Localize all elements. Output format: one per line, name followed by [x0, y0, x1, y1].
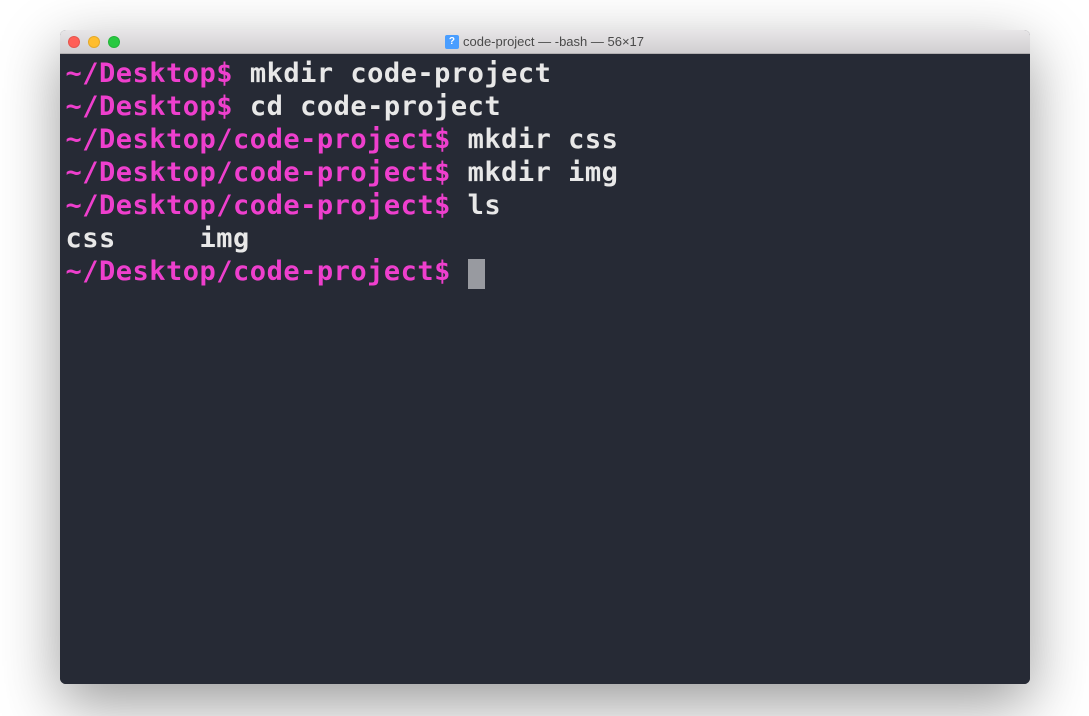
command-text: cd code-project [233, 91, 501, 122]
window-title: ? code-project — -bash — 56×17 [60, 34, 1030, 49]
terminal-line: ~/Desktop/code-project$ mkdir css [66, 124, 1024, 157]
cursor [468, 259, 485, 289]
prompt-path: ~/Desktop/code-project$ [66, 157, 451, 188]
traffic-lights [68, 36, 120, 48]
minimize-button[interactable] [88, 36, 100, 48]
terminal-output: css img [66, 223, 1024, 256]
terminal-current-line: ~/Desktop/code-project$ [66, 256, 1024, 289]
prompt-path: ~/Desktop$ [66, 91, 234, 122]
command-text: mkdir code-project [233, 58, 551, 89]
terminal-body[interactable]: ~/Desktop$ mkdir code-project~/Desktop$ … [60, 54, 1030, 684]
terminal-line: ~/Desktop/code-project$ ls [66, 190, 1024, 223]
prompt-path: ~/Desktop/code-project$ [66, 124, 451, 155]
window-title-text: code-project — -bash — 56×17 [463, 34, 644, 49]
terminal-line: ~/Desktop/code-project$ mkdir img [66, 157, 1024, 190]
folder-icon: ? [445, 35, 459, 49]
prompt-path: ~/Desktop$ [66, 58, 234, 89]
command-text: mkdir img [451, 157, 619, 188]
terminal-line: ~/Desktop$ cd code-project [66, 91, 1024, 124]
terminal-window: ? code-project — -bash — 56×17 ~/Desktop… [60, 30, 1030, 684]
command-text: ls [451, 190, 501, 221]
terminal-line: ~/Desktop$ mkdir code-project [66, 58, 1024, 91]
window-titlebar[interactable]: ? code-project — -bash — 56×17 [60, 30, 1030, 54]
prompt-path: ~/Desktop/code-project$ [66, 256, 451, 287]
zoom-button[interactable] [108, 36, 120, 48]
close-button[interactable] [68, 36, 80, 48]
prompt-path: ~/Desktop/code-project$ [66, 190, 451, 221]
command-text: mkdir css [451, 124, 619, 155]
